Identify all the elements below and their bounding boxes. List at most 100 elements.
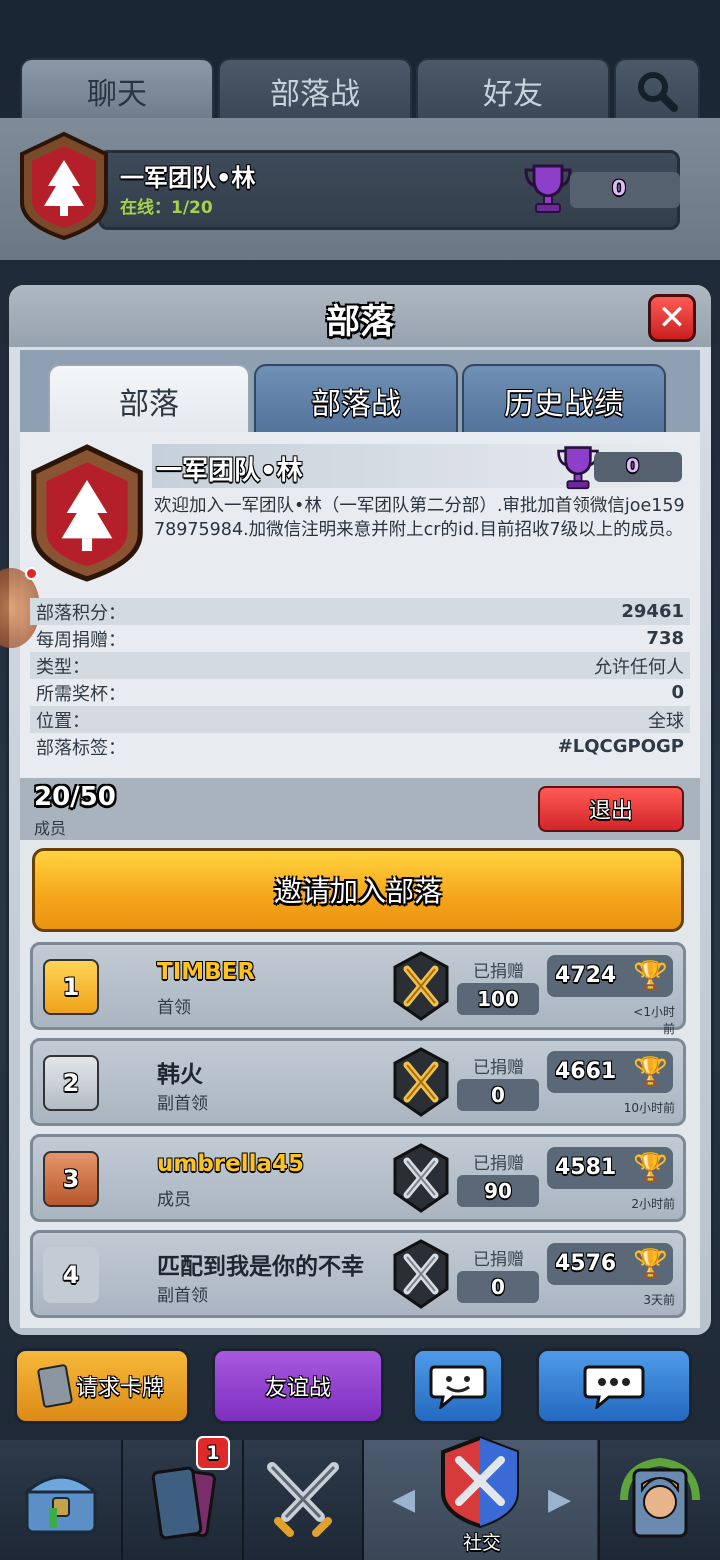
- member-trophies: 4724: [555, 963, 617, 988]
- notification-dot: [25, 567, 38, 580]
- donated-label: 已捐赠: [473, 1154, 524, 1174]
- nav-social[interactable]: [430, 1432, 530, 1532]
- league-badge-silver-icon: [393, 1143, 449, 1213]
- stat-value: 0: [671, 682, 684, 703]
- modal-title: 部落: [326, 302, 394, 342]
- nav-profile[interactable]: [600, 1440, 720, 1560]
- member-row[interactable]: 4 匹配到我是你的不幸 副首领 已捐赠 0 4576 🏆 3天前: [30, 1230, 686, 1318]
- member-rank: 4: [43, 1247, 99, 1303]
- trophy-icon: 🏆: [633, 1247, 668, 1280]
- nav-social-label: 社交: [462, 1532, 501, 1554]
- friendly-battle-button[interactable]: 友谊战: [212, 1348, 384, 1424]
- last-seen: 10小时前: [623, 1101, 675, 1115]
- clan-trophy-icon: [524, 164, 572, 213]
- last-seen: 3天前: [643, 1293, 675, 1307]
- stat-value: #LQCGPOGP: [557, 736, 684, 757]
- tab-clan-war-sub-label: 部落战: [311, 387, 401, 422]
- leave-clan-label: 退出: [588, 799, 633, 824]
- member-row[interactable]: 1 TIMBER 首领 已捐赠 100 4724 🏆 <1小时前: [30, 942, 686, 1036]
- member-count-label: 成员: [34, 819, 67, 838]
- stat-label: 位置：: [36, 710, 90, 732]
- member-role: 成员: [157, 1190, 191, 1210]
- tab-clan-war[interactable]: 部落战: [218, 58, 412, 122]
- tab-friends[interactable]: 好友: [416, 58, 610, 122]
- donated-value: 0: [457, 1079, 539, 1111]
- invite-to-clan-button[interactable]: 邀请加入部落: [32, 848, 684, 932]
- donated-value: 100: [457, 983, 539, 1015]
- donated-label: 已捐赠: [473, 1058, 524, 1078]
- member-row[interactable]: 2 韩火 副首领 已捐赠 0 4661 🏆 10小时前: [30, 1038, 686, 1126]
- member-name: 匹配到我是你的不幸: [157, 1254, 364, 1280]
- tab-clan-war-label: 部落战: [270, 77, 360, 112]
- cards-notification-badge: 1: [196, 1436, 230, 1470]
- donated-value: 90: [457, 1175, 539, 1207]
- leave-clan-button[interactable]: 退出: [538, 786, 684, 832]
- tab-friends-label: 好友: [483, 77, 543, 112]
- donated-label: 已捐赠: [473, 1250, 524, 1270]
- emote-button[interactable]: [412, 1348, 504, 1424]
- clan-badge-large-icon: [31, 444, 143, 582]
- last-seen: <1小时前: [633, 1005, 675, 1036]
- nav-battle[interactable]: [243, 1440, 362, 1560]
- nav-right-arrow-icon[interactable]: ▶: [548, 1482, 571, 1517]
- search-button[interactable]: [614, 58, 700, 122]
- clan-description: 欢迎加入一军团队•林（一军团队第二分部）.审批加首领微信joe159789759…: [154, 496, 685, 540]
- tab-clan-war-sub[interactable]: 部落战: [254, 364, 458, 436]
- stat-value: 29461: [621, 601, 684, 622]
- trophy-icon: 🏆: [633, 959, 668, 992]
- member-role: 副首领: [157, 1094, 208, 1114]
- tab-chat-label: 聊天: [87, 77, 147, 112]
- chat-bubble-icon: [583, 1365, 645, 1409]
- member-name: umbrella45: [157, 1151, 305, 1177]
- stat-required-trophies: 所需奖杯： 0: [30, 679, 690, 706]
- nav-shop[interactable]: [0, 1440, 121, 1560]
- bg-clan-name: 一军团队•林: [120, 164, 256, 192]
- stat-clan-tag: 部落标签： #LQCGPOGP: [30, 733, 690, 760]
- donated-label: 已捐赠: [473, 962, 524, 982]
- member-rank: 3: [43, 1151, 99, 1207]
- member-rank: 2: [43, 1055, 99, 1111]
- chat-button[interactable]: [536, 1348, 692, 1424]
- close-icon: ✕: [657, 298, 687, 338]
- stat-label: 所需奖杯：: [36, 683, 126, 705]
- profile-avatar-icon: [620, 1457, 700, 1538]
- tab-chat[interactable]: 聊天: [20, 58, 214, 122]
- stat-type: 类型： 允许任何人: [30, 652, 690, 679]
- member-trophies: 4661: [555, 1059, 617, 1084]
- stat-value: 允许任何人: [594, 656, 684, 678]
- stat-clan-score: 部落积分： 29461: [30, 598, 690, 625]
- member-name: TIMBER: [157, 959, 256, 985]
- stat-value: 738: [646, 628, 684, 649]
- card-icon: [36, 1363, 74, 1409]
- member-role: 副首领: [157, 1286, 208, 1306]
- close-button[interactable]: ✕: [648, 294, 696, 342]
- cards-notification-count: 1: [206, 1442, 220, 1464]
- tab-war-history[interactable]: 历史战绩: [462, 364, 666, 436]
- stat-weekly-donations: 每周捐赠： 738: [30, 625, 690, 652]
- member-trophies: 4576: [555, 1251, 617, 1276]
- tab-clan[interactable]: 部落: [48, 364, 250, 436]
- stat-label: 类型：: [36, 656, 90, 678]
- last-seen: 2小时前: [631, 1197, 675, 1211]
- clan-trophies: 0: [626, 455, 640, 477]
- member-row[interactable]: 3 umbrella45 成员 已捐赠 90 4581 🏆 2小时前: [30, 1134, 686, 1222]
- member-trophies: 4581: [555, 1155, 617, 1180]
- stat-label: 部落积分：: [36, 602, 126, 624]
- stat-label: 每周捐赠：: [36, 629, 126, 651]
- social-shield-icon: [441, 1435, 519, 1529]
- clan-badge-icon: [20, 131, 108, 241]
- friendly-battle-label: 友谊战: [264, 1376, 331, 1401]
- request-cards-button[interactable]: 请求卡牌: [14, 1348, 190, 1424]
- bg-clan-trophies: 0: [612, 176, 626, 200]
- nav-left-arrow-icon[interactable]: ◀: [392, 1482, 415, 1517]
- chest-icon: [22, 1475, 99, 1534]
- invite-to-clan-label: 邀请加入部落: [273, 875, 442, 908]
- tab-clan-label: 部落: [119, 387, 179, 422]
- stat-location: 位置： 全球: [30, 706, 690, 733]
- league-badge-gold-icon: [393, 951, 449, 1021]
- trophy-icon: 🏆: [633, 1055, 668, 1088]
- stat-value: 全球: [648, 710, 684, 732]
- league-badge-gold-icon: [393, 1047, 449, 1117]
- stat-label: 部落标签：: [36, 737, 126, 759]
- league-badge-silver-icon: [393, 1239, 449, 1309]
